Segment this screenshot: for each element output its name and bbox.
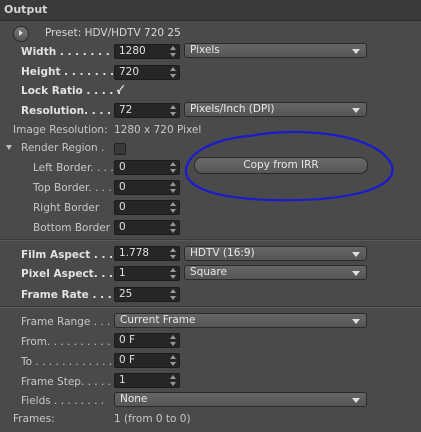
film-aspect-preset: HDTV (16:9) [190,247,255,259]
height-value: 720 [119,66,140,78]
top-border-input[interactable]: 0 [114,180,180,195]
left-border-value: 0 [119,161,126,173]
film-aspect-dropdown[interactable]: HDTV (16:9) [184,246,367,261]
pixel-aspect-input[interactable]: 1 [114,266,180,281]
bottom-border-spinner-icon[interactable] [170,222,176,233]
frame-rate-spinner-icon[interactable] [170,289,176,300]
resolution-spinner-icon[interactable] [170,105,176,116]
to-input[interactable]: 0 F [114,353,180,368]
lock-ratio-checkbox[interactable]: ✓ [115,82,127,98]
film-aspect-label: Film Aspect . . . . [21,249,121,261]
image-resolution-label: Image Resolution: [13,124,108,136]
from-spinner-icon[interactable] [170,335,176,346]
fields-label: Fields . . . . . . . . [21,395,105,407]
top-border-spinner-icon[interactable] [170,182,176,193]
from-input[interactable]: 0 F [114,333,180,348]
section-divider [0,239,421,241]
render-region-label: Render Region . [21,142,105,154]
section-divider [0,306,421,308]
left-border-spinner-icon[interactable] [170,162,176,173]
resolution-value: 72 [119,104,133,116]
chevron-down-icon [352,252,360,257]
right-border-value: 0 [119,201,126,213]
frame-rate-value: 25 [119,288,133,300]
to-spinner-icon[interactable] [170,355,176,366]
bottom-border-input[interactable]: 0 [114,220,180,235]
lock-ratio-label: Lock Ratio . . . . . [21,85,121,97]
resolution-unit-value: Pixels/Inch (DPI) [190,103,275,115]
top-border-value: 0 [119,181,126,193]
resolution-input[interactable]: 72 [114,103,180,118]
from-value: 0 F [119,334,136,346]
pixel-aspect-label: Pixel Aspect. . . . [21,268,121,280]
width-unit-dropdown[interactable]: Pixels [184,43,367,58]
chevron-down-icon [352,49,360,54]
frame-rate-input[interactable]: 25 [114,287,180,302]
frame-range-label: Frame Range . . . [21,316,111,328]
height-spinner-icon[interactable] [170,67,176,78]
width-unit-value: Pixels [190,44,220,56]
width-value: 1280 [119,45,146,57]
annotation-circle [184,130,394,202]
output-panel-header: Output [0,0,421,21]
frame-step-spinner-icon[interactable] [170,375,176,386]
frames-value: 1 (from 0 to 0) [114,413,191,425]
panel-title: Output [4,3,48,16]
width-input[interactable]: 1280 [114,44,180,59]
frame-rate-label: Frame Rate . . . . [21,289,120,301]
bottom-border-value: 0 [119,221,126,233]
height-label: Height . . . . . . . . [21,66,122,78]
resolution-label: Resolution. . . . . [21,105,119,117]
left-border-input[interactable]: 0 [114,160,180,175]
left-border-label: Left Border. . . . [33,162,114,174]
frame-range-value: Current Frame [120,314,196,326]
preset-menu-button[interactable] [13,26,29,42]
from-label: From. . . . . . . . . . [21,336,111,348]
frame-step-label: Frame Step. . . . . [21,376,111,388]
right-border-input[interactable]: 0 [114,200,180,215]
chevron-down-icon [352,108,360,113]
height-input[interactable]: 720 [114,65,180,80]
to-label: To . . . . . . . . . . . . [21,356,113,368]
film-aspect-spinner-icon[interactable] [170,248,176,259]
width-spinner-icon[interactable] [170,46,176,57]
fields-value: None [120,393,148,405]
film-aspect-value: 1.778 [119,247,150,259]
width-label: Width . . . . . . . . [21,46,118,58]
right-border-spinner-icon[interactable] [170,202,176,213]
frames-label: Frames: [13,413,55,425]
render-region-checkbox[interactable] [114,143,126,155]
fields-dropdown[interactable]: None [114,392,367,407]
to-value: 0 F [119,354,136,366]
pixel-aspect-preset: Square [190,266,227,278]
frame-step-input[interactable]: 1 [114,373,180,388]
bottom-border-label: Bottom Border [33,222,111,234]
right-border-label: Right Border [33,202,100,214]
collapse-triangle-icon[interactable] [6,145,12,150]
chevron-down-icon [352,319,360,324]
frame-step-value: 1 [119,374,126,386]
pixel-aspect-dropdown[interactable]: Square [184,265,367,280]
film-aspect-input[interactable]: 1.778 [114,246,180,261]
resolution-unit-dropdown[interactable]: Pixels/Inch (DPI) [184,102,367,117]
top-border-label: Top Border. . . . [33,182,112,194]
chevron-down-icon [352,398,360,403]
preset-label: Preset: HDV/HDTV 720 25 [45,27,181,39]
frame-range-dropdown[interactable]: Current Frame [114,313,367,328]
pixel-aspect-spinner-icon[interactable] [170,268,176,279]
chevron-down-icon [352,271,360,276]
pixel-aspect-value: 1 [119,267,126,279]
